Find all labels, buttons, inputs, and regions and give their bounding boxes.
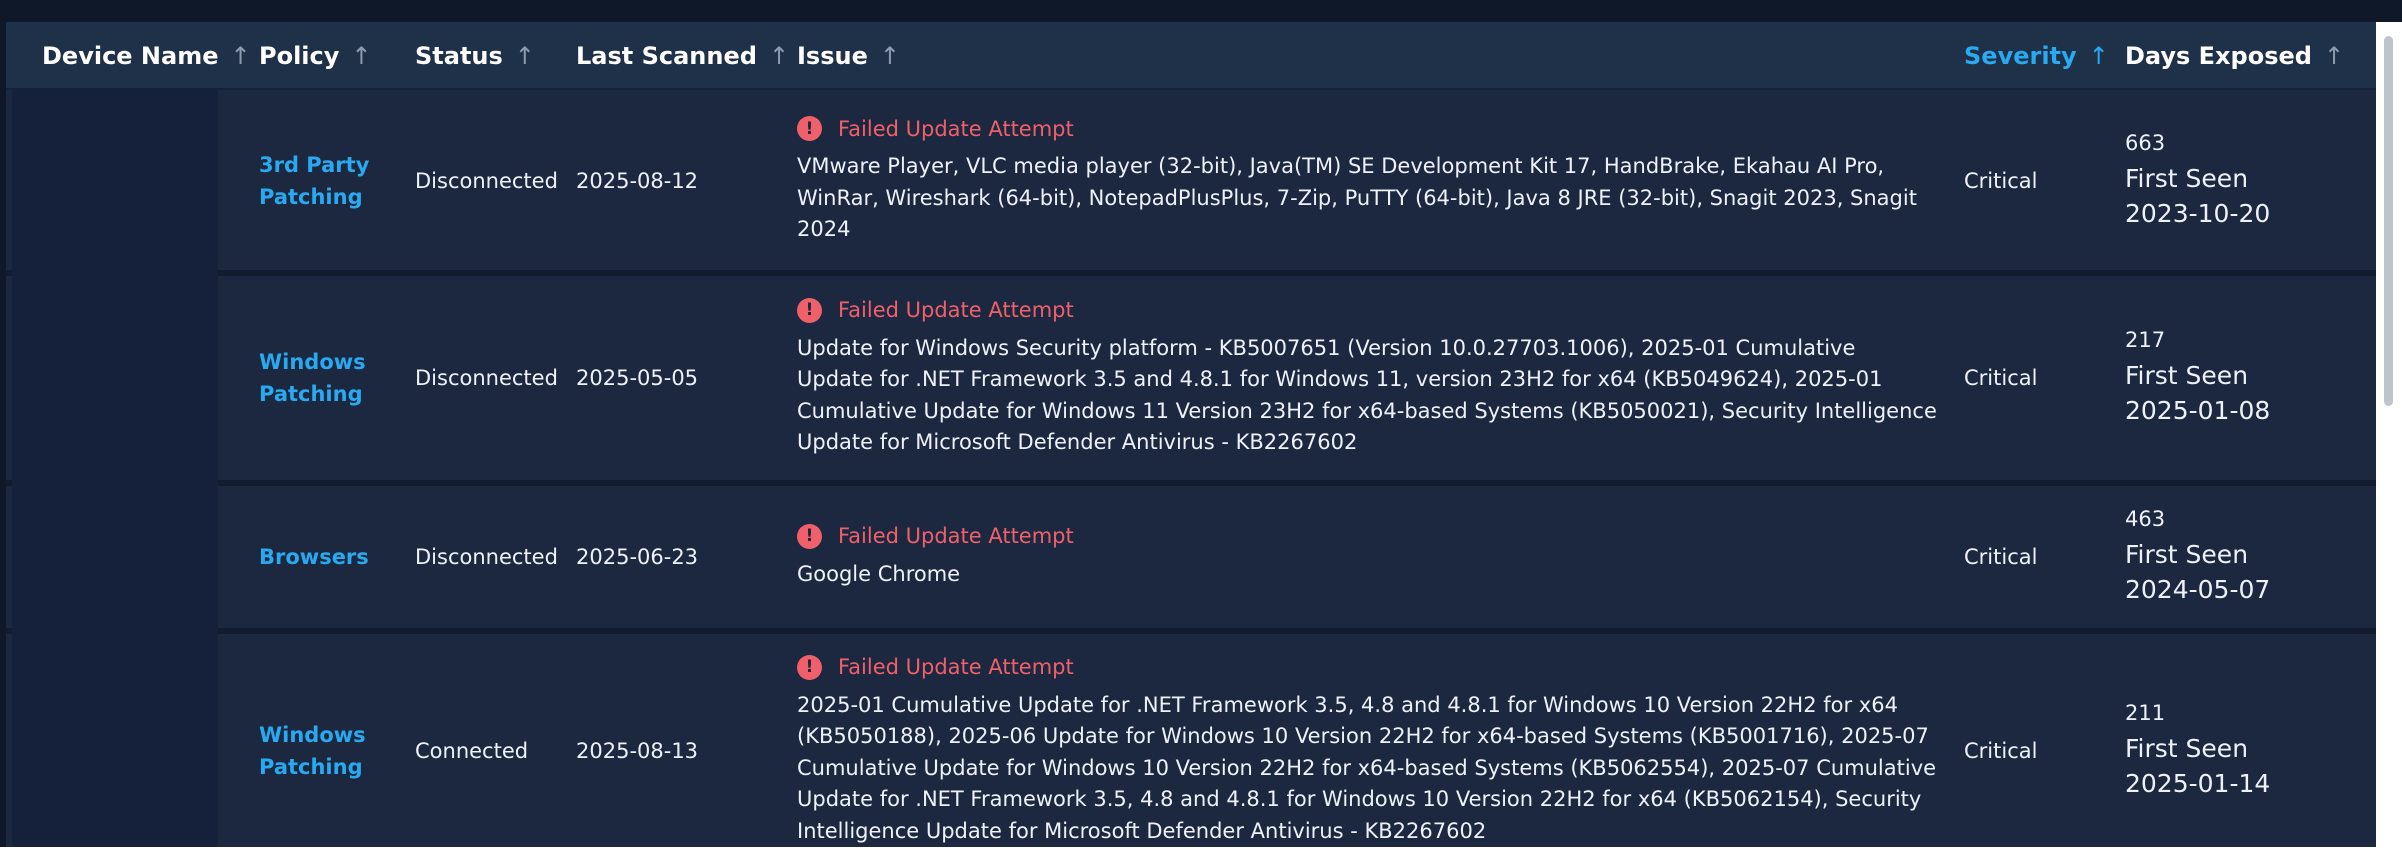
policy-cell: Browsers (259, 486, 399, 628)
column-header-days-exposed[interactable]: Days Exposed ↑ (2125, 22, 2344, 90)
column-label: Severity (1964, 42, 2077, 70)
severity-cell: Critical (1964, 169, 2038, 193)
issue-title-text: Failed Update Attempt (838, 524, 1074, 549)
status-cell: Disconnected (415, 545, 558, 569)
first-seen-date: First Seen 2024-05-07 (2125, 540, 2271, 604)
issue-description: Google Chrome (797, 561, 961, 586)
device-issues-table: Device Name ↑ Policy ↑ Status ↑ Last Sca… (6, 22, 2376, 847)
column-label: Device Name (42, 42, 219, 70)
issue-cell: ! Failed Update Attempt Update for Windo… (797, 276, 1937, 480)
column-label: Policy (259, 42, 340, 70)
last-scanned-cell: 2025-05-05 (576, 366, 699, 390)
last-scanned-cell: 2025-08-13 (576, 739, 699, 763)
days-exposed-count: 211 (2125, 701, 2166, 725)
policy-link[interactable]: Browsers (259, 541, 399, 573)
arrow-up-icon[interactable]: ↑ (880, 42, 900, 70)
arrow-up-icon[interactable]: ↑ (2089, 42, 2109, 70)
issue-cell: ! Failed Update Attempt 2025-01 Cumulati… (797, 634, 1937, 847)
table-row[interactable]: Windows Patching Disconnected 2025-05-05… (6, 276, 2376, 486)
table-row[interactable]: Windows Patching Connected 2025-08-13 ! … (6, 634, 2376, 847)
issue-description: Update for Windows Security platform - K… (797, 335, 1937, 455)
table-row[interactable]: 3rd Party Patching Disconnected 2025-08-… (6, 92, 2376, 276)
policy-cell: Windows Patching (259, 634, 399, 847)
column-header-policy[interactable]: Policy ↑ (259, 22, 372, 90)
alert-circle-icon: ! (797, 297, 822, 323)
days-exposed-count: 463 (2125, 507, 2166, 531)
policy-link[interactable]: Windows Patching (259, 719, 399, 783)
column-label: Issue (797, 42, 868, 70)
policy-link[interactable]: 3rd Party Patching (259, 149, 399, 213)
severity-cell: Critical (1964, 366, 2038, 390)
severity-cell: Critical (1964, 739, 2038, 763)
issue-title-text: Failed Update Attempt (838, 116, 1074, 141)
days-exposed-cell: 463 First Seen 2024-05-07 (2125, 486, 2325, 628)
days-exposed-count: 217 (2125, 328, 2166, 352)
first-seen-date: First Seen 2025-01-08 (2125, 361, 2271, 425)
policy-link[interactable]: Windows Patching (259, 346, 399, 410)
vertical-scrollbar[interactable] (2376, 22, 2402, 847)
policy-cell: Windows Patching (259, 276, 399, 480)
arrow-up-icon[interactable]: ↑ (231, 42, 251, 70)
last-scanned-cell: 2025-06-23 (576, 545, 699, 569)
first-seen-date: First Seen 2025-01-14 (2125, 734, 2271, 798)
page-bottom-edge (0, 847, 2402, 860)
status-cell: Disconnected (415, 169, 558, 193)
issue-cell: ! Failed Update Attempt Google Chrome (797, 486, 1937, 628)
issue-description: VMware Player, VLC media player (32-bit)… (797, 154, 1917, 242)
issue-title: ! Failed Update Attempt (797, 654, 1074, 680)
status-cell: Connected (415, 739, 529, 763)
column-header-severity[interactable]: Severity ↑ (1964, 22, 2109, 90)
column-header-status[interactable]: Status ↑ (415, 22, 535, 90)
issue-title: ! Failed Update Attempt (797, 297, 1074, 323)
column-label: Status (415, 42, 503, 70)
days-exposed-cell: 211 First Seen 2025-01-14 (2125, 634, 2325, 847)
arrow-up-icon[interactable]: ↑ (769, 42, 789, 70)
scrollbar-thumb[interactable] (2384, 36, 2393, 406)
policy-cell: 3rd Party Patching (259, 92, 399, 270)
table-header: Device Name ↑ Policy ↑ Status ↑ Last Sca… (6, 22, 2376, 90)
arrow-up-icon[interactable]: ↑ (515, 42, 535, 70)
issue-title: ! Failed Update Attempt (797, 116, 1074, 142)
days-exposed-cell: 217 First Seen 2025-01-08 (2125, 276, 2325, 480)
alert-circle-icon: ! (797, 523, 822, 549)
issue-cell: ! Failed Update Attempt VMware Player, V… (797, 92, 1937, 270)
issue-title-text: Failed Update Attempt (838, 655, 1074, 680)
severity-cell: Critical (1964, 545, 2038, 569)
first-seen-date: First Seen 2023-10-20 (2125, 164, 2271, 228)
issue-description: 2025-01 Cumulative Update for .NET Frame… (797, 692, 1937, 843)
column-header-last-scanned[interactable]: Last Scanned ↑ (576, 22, 789, 90)
last-scanned-cell: 2025-08-12 (576, 169, 699, 193)
status-cell: Disconnected (415, 366, 558, 390)
column-header-issue[interactable]: Issue ↑ (797, 22, 900, 90)
alert-circle-icon: ! (797, 116, 822, 142)
column-header-device-name[interactable]: Device Name ↑ (42, 22, 251, 90)
column-label: Days Exposed (2125, 42, 2312, 70)
arrow-up-icon[interactable]: ↑ (2324, 42, 2344, 70)
alert-circle-icon: ! (797, 654, 822, 680)
issue-title-text: Failed Update Attempt (838, 298, 1074, 322)
device-name-redaction (12, 90, 218, 860)
table-row[interactable]: Browsers Disconnected 2025-06-23 ! Faile… (6, 486, 2376, 634)
arrow-up-icon[interactable]: ↑ (351, 42, 371, 70)
days-exposed-count: 663 (2125, 131, 2166, 155)
column-label: Last Scanned (576, 42, 757, 70)
days-exposed-cell: 663 First Seen 2023-10-20 (2125, 92, 2325, 270)
issue-title: ! Failed Update Attempt (797, 523, 1074, 549)
